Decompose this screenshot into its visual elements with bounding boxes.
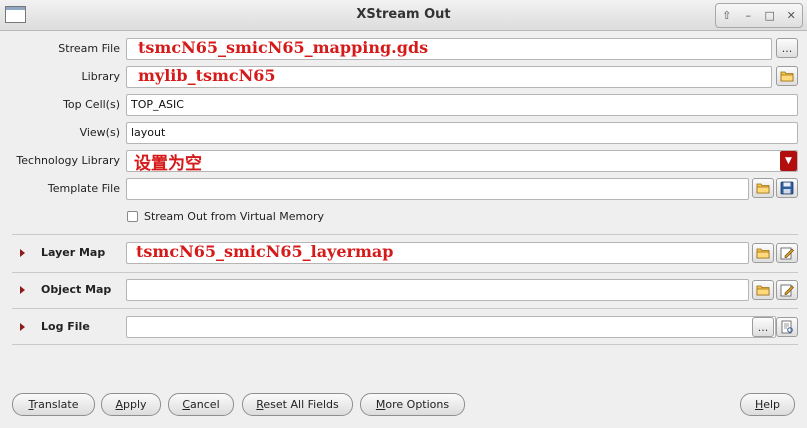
stream-file-annotation: tsmcN65_smicN65_mapping.gds: [138, 38, 429, 57]
object-map-input[interactable]: [126, 279, 749, 301]
shade-window-icon[interactable]: ⇧: [718, 7, 736, 25]
separator: [12, 234, 798, 235]
expand-arrow-icon[interactable]: [20, 323, 25, 331]
minimize-icon[interactable]: –: [739, 7, 757, 25]
views-label: View(s): [79, 126, 120, 139]
chevron-down-icon[interactable]: ▼: [780, 151, 797, 171]
template-file-label: Template File: [47, 182, 120, 195]
views-input[interactable]: layout: [126, 122, 798, 144]
edit-icon: [780, 284, 794, 297]
layer-map-label: Layer Map: [41, 246, 106, 259]
object-map-edit-button[interactable]: [776, 280, 798, 300]
library-label: Library: [81, 70, 120, 83]
log-file-input[interactable]: [126, 316, 776, 338]
layer-map-edit-button[interactable]: [776, 243, 798, 263]
close-icon[interactable]: ✕: [782, 7, 800, 25]
title-bar: XStream Out ⇧ – □ ✕: [0, 0, 807, 31]
virtual-memory-checkbox[interactable]: [127, 211, 138, 222]
ellipsis-icon: ...: [757, 320, 769, 334]
stream-file-label: Stream File: [58, 42, 120, 55]
top-cell-input[interactable]: TOP_ASIC: [126, 94, 798, 116]
window-title: XStream Out: [356, 7, 451, 22]
reset-all-fields-button[interactable]: Reset All Fields: [242, 393, 353, 416]
edit-icon: [780, 247, 794, 260]
virtual-memory-label: Stream Out from Virtual Memory: [144, 210, 325, 223]
window-controls: ⇧ – □ ✕: [715, 3, 803, 28]
folder-icon: [756, 285, 770, 296]
template-file-browse-button[interactable]: [752, 178, 774, 198]
object-map-label: Object Map: [41, 283, 112, 296]
expand-arrow-icon[interactable]: [20, 249, 25, 257]
layer-map-annotation: tsmcN65_smicN65_layermap: [136, 242, 394, 261]
library-annotation: mylib_tsmcN65: [138, 66, 276, 85]
log-file-view-button[interactable]: [776, 317, 798, 337]
folder-icon: [780, 71, 794, 82]
ellipsis-icon: ...: [781, 41, 793, 55]
technology-library-select[interactable]: [126, 150, 798, 172]
stream-file-browse-button[interactable]: ...: [776, 38, 798, 58]
template-file-input[interactable]: [126, 178, 749, 200]
log-file-browse-button[interactable]: ...: [752, 317, 774, 337]
document-view-icon: [781, 320, 793, 334]
technology-library-label: Technology Library: [16, 154, 120, 167]
technology-library-annotation: 设置为空: [134, 154, 202, 174]
library-browse-button[interactable]: [776, 66, 798, 86]
translate-button[interactable]: Translate: [12, 393, 95, 416]
help-button[interactable]: Help: [740, 393, 795, 416]
object-map-browse-button[interactable]: [752, 280, 774, 300]
folder-icon: [756, 248, 770, 259]
layer-map-browse-button[interactable]: [752, 243, 774, 263]
separator: [12, 272, 798, 273]
log-file-label: Log File: [41, 320, 90, 333]
maximize-icon[interactable]: □: [761, 7, 779, 25]
folder-icon: [756, 183, 770, 194]
separator: [12, 344, 798, 345]
save-icon: [780, 181, 794, 195]
apply-button[interactable]: Apply: [101, 393, 161, 416]
template-file-save-button[interactable]: [776, 178, 798, 198]
separator: [12, 308, 798, 309]
expand-arrow-icon[interactable]: [20, 286, 25, 294]
cancel-button[interactable]: Cancel: [168, 393, 234, 416]
top-cell-label: Top Cell(s): [63, 98, 120, 111]
more-options-button[interactable]: More Options: [360, 393, 465, 416]
